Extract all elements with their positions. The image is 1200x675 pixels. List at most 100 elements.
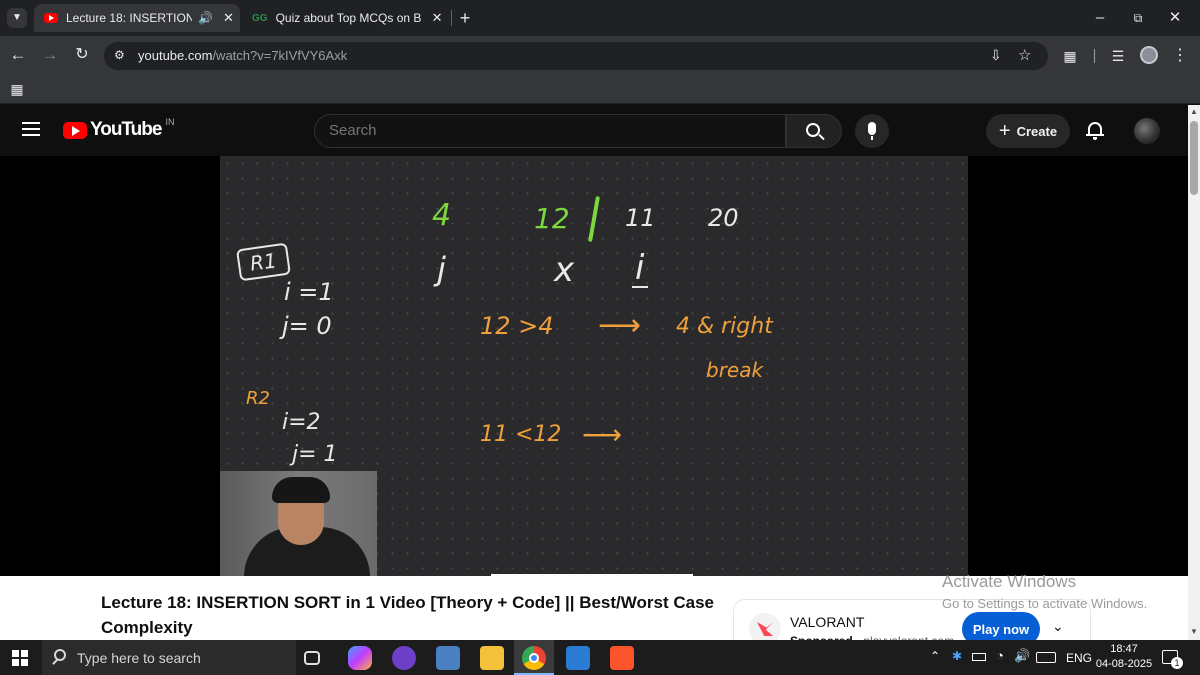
show-hidden-icons-icon[interactable]: ⌃: [930, 649, 940, 663]
reload-icon[interactable]: ↻: [72, 45, 92, 65]
comparison-1-result: 4 & right: [676, 314, 773, 339]
round2-tag: R2: [246, 388, 270, 409]
github-desktop-icon[interactable]: [392, 646, 416, 670]
create-label: Create: [1016, 123, 1058, 139]
country-code: IN: [165, 117, 175, 127]
close-tab-icon[interactable]: ✕: [432, 10, 443, 26]
task-view-icon[interactable]: [304, 651, 320, 665]
notification-center-icon[interactable]: 1: [1162, 650, 1183, 669]
file-explorer-icon[interactable]: [480, 646, 504, 670]
ad-expand-chevron-icon[interactable]: ⌄: [1052, 618, 1064, 635]
reading-list-icon[interactable]: ☰: [1108, 46, 1128, 66]
toolbar-divider: [1094, 49, 1095, 63]
microphone-icon: [868, 122, 876, 135]
windows-start-icon[interactable]: [12, 650, 28, 666]
tab-quiz[interactable]: GG Quiz about Top MCQs on Bubb ✕: [244, 4, 450, 32]
chrome-taskbar-button[interactable]: [514, 640, 554, 675]
volume-icon[interactable]: 🔊: [1014, 648, 1030, 664]
keyboard-icon[interactable]: [1036, 652, 1056, 663]
scrollbar-thumb[interactable]: [1190, 121, 1198, 195]
windows-activation-watermark: Activate Windows Go to Settings to activ…: [942, 572, 1147, 611]
restore-icon[interactable]: ⧉: [1128, 8, 1148, 28]
board-value-12: 12: [534, 202, 570, 235]
back-icon[interactable]: ←: [8, 45, 28, 65]
watermark-subtitle: Go to Settings to activate Windows.: [942, 596, 1148, 611]
menu-icon[interactable]: [22, 122, 40, 136]
windows-taskbar: Type here to search ⌃ ✱ ◔ 🔊 ENG 18:47 04…: [0, 640, 1200, 675]
watermark-title: Activate Windows: [942, 572, 1077, 591]
tab-title: Lecture 18: INSERTION SOR: [66, 11, 192, 25]
board-value-4: 4: [432, 198, 452, 233]
clock-date: 04-08-2025: [1095, 658, 1153, 670]
address-bar[interactable]: ⚙ youtube.com/watch?v=7kIVfVY6Axk ⇩ ☆: [104, 42, 1048, 70]
round1-j: j= 0: [282, 312, 332, 340]
index-underline: [632, 286, 648, 288]
apps-grid-icon[interactable]: ▦: [7, 79, 27, 99]
comparison-1-break: break: [706, 358, 764, 382]
minimize-icon[interactable]: –: [1090, 8, 1110, 28]
index-label-i: i: [635, 248, 645, 288]
close-window-icon[interactable]: ✕: [1165, 8, 1185, 28]
url-text[interactable]: youtube.com/watch?v=7kIVfVY6Axk: [138, 48, 347, 63]
index-label-j: j: [437, 250, 446, 288]
play-now-label: Play now: [972, 621, 1030, 637]
round1-i: i =1: [284, 278, 334, 306]
brave-browser-icon[interactable]: [610, 646, 634, 670]
language-indicator[interactable]: ENG: [1066, 651, 1092, 665]
clock[interactable]: 18:47 04-08-2025: [1094, 642, 1154, 672]
comparison-2: 11 <12: [480, 422, 562, 447]
arrow-2-icon: ⟶: [582, 418, 623, 451]
battery-icon[interactable]: [972, 653, 986, 661]
close-tab-icon[interactable]: ✕: [223, 10, 234, 26]
new-tab-icon[interactable]: +: [455, 8, 475, 28]
youtube-favicon-icon: [44, 13, 58, 23]
chrome-icon: [522, 646, 546, 670]
arrow-1-icon: ⟶: [598, 308, 642, 343]
extensions-icon[interactable]: ▦: [1060, 46, 1080, 66]
tab-separator: [451, 10, 452, 26]
notification-badge: 1: [1171, 657, 1183, 669]
audio-playing-icon[interactable]: 🔊: [198, 11, 213, 25]
ad-brand: VALORANT: [790, 614, 865, 630]
voice-search-button[interactable]: [855, 114, 889, 148]
copilot-icon[interactable]: [348, 646, 372, 670]
account-avatar[interactable]: [1134, 118, 1160, 144]
gfg-favicon-icon: GG: [252, 12, 268, 24]
tab-title: Quiz about Top MCQs on Bubb: [275, 11, 422, 25]
wifi-icon[interactable]: ◔: [996, 648, 1004, 663]
tab-search-icon[interactable]: ▼: [7, 8, 27, 28]
taskbar-search-placeholder: Type here to search: [77, 650, 201, 666]
install-app-icon[interactable]: ⇩: [990, 47, 1002, 64]
round1-tag: R1: [236, 242, 291, 282]
youtube-logo[interactable]: YouTube IN: [63, 117, 175, 141]
site-info-icon[interactable]: ⚙: [114, 48, 125, 62]
profile-avatar[interactable]: [1140, 46, 1158, 64]
bookmark-star-icon[interactable]: ☆: [1018, 46, 1031, 64]
clock-time: 18:47: [1110, 643, 1138, 655]
search-input[interactable]: [329, 122, 759, 139]
youtube-wordmark: YouTube: [90, 119, 162, 140]
taskbar-search-box[interactable]: Type here to search: [42, 640, 296, 675]
remote-desktop-icon[interactable]: [436, 646, 460, 670]
search-button[interactable]: [786, 114, 842, 148]
scroll-up-arrow-icon[interactable]: ▲: [1190, 107, 1198, 116]
page-scrollbar[interactable]: ▲ ▼: [1188, 105, 1200, 640]
browser-tab-bar: ▼ Lecture 18: INSERTION SOR 🔊 ✕ GG Quiz …: [0, 0, 1200, 36]
youtube-header: YouTube IN + Create: [0, 105, 1188, 156]
board-value-20: 20: [708, 204, 739, 232]
create-button[interactable]: + Create: [986, 114, 1070, 148]
round2-i: i=2: [282, 410, 321, 435]
forward-icon[interactable]: →: [40, 45, 60, 65]
notifications-bell-icon[interactable]: [1086, 120, 1104, 140]
video-title: Lecture 18: INSERTION SORT in 1 Video [T…: [101, 593, 714, 637]
tab-youtube-lecture[interactable]: Lecture 18: INSERTION SOR 🔊 ✕: [34, 4, 240, 32]
scroll-down-arrow-icon[interactable]: ▼: [1190, 627, 1198, 636]
settings-app-icon[interactable]: [566, 646, 590, 670]
search-box[interactable]: [314, 114, 786, 148]
video-player[interactable]: 4 12 11 20 j x i R1 i =1 j= 0 12 >4 ⟶ 4 …: [0, 156, 1188, 576]
sorted-partition-line: [588, 196, 600, 242]
bluetooth-icon[interactable]: ✱: [952, 649, 962, 663]
more-menu-icon[interactable]: ⋮: [1170, 46, 1190, 66]
url-path: /watch?v=7kIVfVY6Axk: [212, 48, 348, 63]
plus-icon: +: [998, 120, 1011, 142]
